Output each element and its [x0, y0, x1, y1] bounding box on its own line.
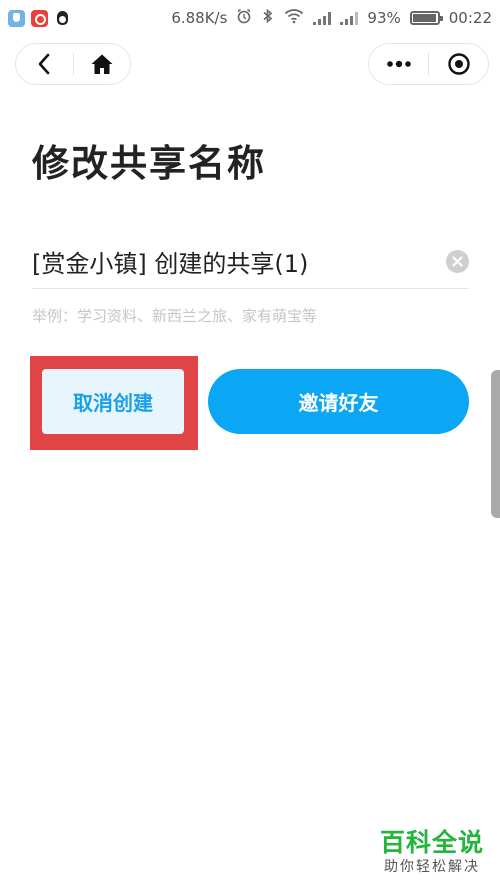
chevron-left-icon	[38, 53, 50, 75]
more-dots-icon	[386, 60, 411, 68]
nav-capsule-right	[368, 43, 489, 85]
watermark-logo: 百科全说 助你轻松解决	[372, 828, 492, 876]
home-icon	[91, 54, 113, 74]
qq-penguin-icon	[54, 10, 71, 27]
nav-capsule-left	[15, 43, 131, 85]
wifi-icon	[284, 8, 304, 28]
signal-icon	[340, 11, 359, 25]
alarm-icon	[236, 8, 252, 28]
music-app-icon	[31, 9, 48, 27]
status-bar-notifications	[8, 9, 71, 27]
target-circle-icon	[447, 53, 470, 75]
home-button[interactable]	[74, 44, 131, 84]
battery-icon	[409, 11, 443, 25]
battery-percent: 93%	[367, 9, 401, 27]
shield-app-icon	[8, 9, 25, 27]
clear-x-icon	[452, 256, 463, 267]
invite-friends-button[interactable]: 邀请好友	[208, 369, 469, 434]
close-miniprogram-button[interactable]	[429, 44, 488, 84]
status-bar-system: 6.88K/s 93% 00:22	[171, 8, 492, 28]
more-button[interactable]	[369, 44, 428, 84]
status-bar: 6.88K/s 93% 00:22	[0, 0, 500, 36]
share-name-input[interactable]	[32, 247, 446, 276]
back-button[interactable]	[16, 44, 73, 84]
signal-icon	[313, 11, 332, 25]
watermark-title: 百科全说	[379, 828, 484, 857]
clock: 00:22	[448, 9, 492, 27]
watermark-subtitle: 助你轻松解决	[384, 859, 480, 875]
input-hint: 举例：学习资料、新西兰之旅、家有萌宝等	[32, 307, 318, 325]
share-name-field	[32, 235, 469, 289]
page-title: 修改共享名称	[32, 142, 266, 185]
bluetooth-icon	[261, 8, 275, 28]
network-speed: 6.88K/s	[171, 9, 228, 27]
clear-input-button[interactable]	[446, 250, 469, 273]
side-float-handle[interactable]	[491, 370, 500, 518]
cancel-create-button[interactable]: 取消创建	[42, 369, 184, 434]
